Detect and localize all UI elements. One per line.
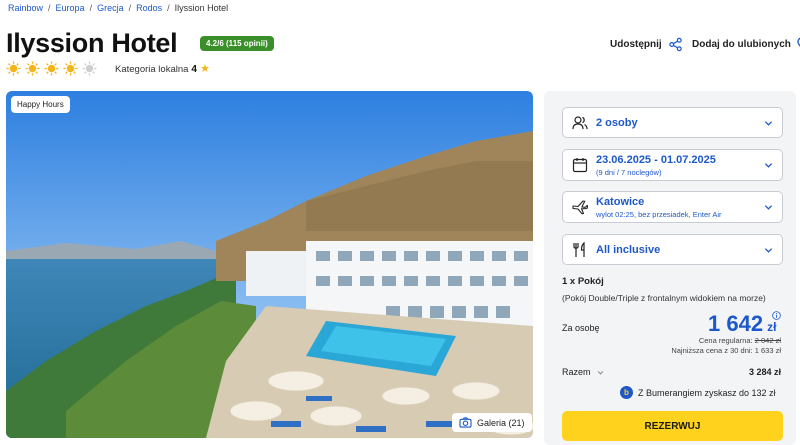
regular-price: Cena regularna: 2 042 zł <box>699 336 781 345</box>
sun-icon <box>44 61 59 76</box>
total-label: Razem <box>562 367 591 377</box>
breadcrumb-grecja[interactable]: Grecja <box>97 3 124 13</box>
calendar-icon <box>572 158 588 173</box>
share-button[interactable]: Udostępnij <box>610 37 683 52</box>
price-per-person: 1 642 zł <box>708 311 776 337</box>
breadcrumb-rodos[interactable]: Rodos <box>136 3 162 13</box>
gallery-button[interactable]: Galeria (21) <box>452 413 532 432</box>
chevron-down-icon <box>764 247 773 253</box>
star-icon: ★ <box>199 63 210 75</box>
dates-value: 23.06.2025 - 01.07.2025 <box>596 154 716 166</box>
bumerang-info: b Z Bumerangiem zyskasz do 132 zł <box>620 386 776 399</box>
hotel-photo[interactable] <box>6 91 533 438</box>
page-title: Ilyssion Hotel <box>6 28 178 58</box>
departure-value: Katowice <box>596 196 645 208</box>
sun-icon <box>6 61 21 76</box>
category-value: 4 <box>191 64 197 75</box>
total-toggle[interactable]: Razem <box>562 367 604 377</box>
reserve-button[interactable]: REZERWUJ <box>562 411 783 441</box>
person-icon <box>572 115 588 129</box>
breadcrumb-current: Ilyssion Hotel <box>174 3 229 13</box>
camera-icon <box>459 417 472 428</box>
breadcrumb-europa[interactable]: Europa <box>56 3 85 13</box>
per-person-label: Za osobę <box>562 323 600 333</box>
happy-hours-badge: Happy Hours <box>11 96 70 113</box>
sun-icon <box>63 61 78 76</box>
chevron-down-icon <box>597 370 603 375</box>
total-price: 3 284 zł <box>748 367 781 377</box>
share-label: Udostępnij <box>610 39 662 50</box>
board-value: All inclusive <box>596 244 661 256</box>
breadcrumb-separator: / <box>48 3 51 13</box>
regular-price-label: Cena regularna: <box>698 336 753 345</box>
breadcrumb-rainbow[interactable]: Rainbow <box>8 3 43 13</box>
favorite-label: Dodaj do ulubionych <box>692 39 791 50</box>
sun-rating <box>6 61 97 76</box>
chevron-down-icon <box>764 205 773 210</box>
rooms-count: 1 x Pokój <box>562 276 604 287</box>
gallery-label: Galeria (21) <box>477 417 525 428</box>
local-category: Kategoria lokalna 4 ★ <box>115 63 210 76</box>
share-icon <box>668 37 682 52</box>
departure-select[interactable]: Katowice wylot 02:25, bez przesiadek, En… <box>562 191 783 223</box>
info-icon[interactable] <box>772 311 781 320</box>
chevron-down-icon <box>764 120 773 126</box>
cutlery-icon <box>573 241 585 257</box>
favorite-button[interactable]: Dodaj do ulubionych <box>692 37 800 52</box>
regular-price-value: 2 042 zł <box>754 336 781 345</box>
hotel-photo-image <box>6 91 533 438</box>
breadcrumb-separator: / <box>167 3 170 13</box>
plane-icon <box>572 200 588 215</box>
departure-details: wylot 02:25, bez przesiadek, Enter Air <box>596 210 722 219</box>
rating-badge[interactable]: 4.2/6 (115 opinii) <box>200 36 274 51</box>
sun-icon <box>25 61 40 76</box>
price-currency: zł <box>767 320 777 334</box>
price-value: 1 642 <box>708 311 764 336</box>
category-label: Kategoria lokalna <box>115 64 189 75</box>
breadcrumb: Rainbow / Europa / Grecja / Rodos / Ilyssion Hot… <box>8 3 228 13</box>
dates-duration: (9 dni / 7 noclegów) <box>596 168 662 177</box>
breadcrumb-separator: / <box>89 3 93 13</box>
breadcrumb-separator: / <box>128 3 132 13</box>
persons-value: 2 osoby <box>596 117 638 129</box>
bumerang-icon: b <box>620 386 633 399</box>
lowest-price-30-days: Najniższa cena z 30 dni: 1 633 zł <box>671 346 781 355</box>
persons-select[interactable]: 2 osoby <box>562 107 783 138</box>
room-description: (Pokój Double/Triple z frontalnym widoki… <box>562 293 766 303</box>
bumerang-text: Z Bumerangiem zyskasz do 132 zł <box>638 387 776 398</box>
dates-select[interactable]: 23.06.2025 - 01.07.2025 (9 dni / 7 nocle… <box>562 149 783 181</box>
chevron-down-icon <box>764 163 773 168</box>
board-select[interactable]: All inclusive <box>562 234 783 265</box>
sun-empty-icon <box>82 61 97 76</box>
